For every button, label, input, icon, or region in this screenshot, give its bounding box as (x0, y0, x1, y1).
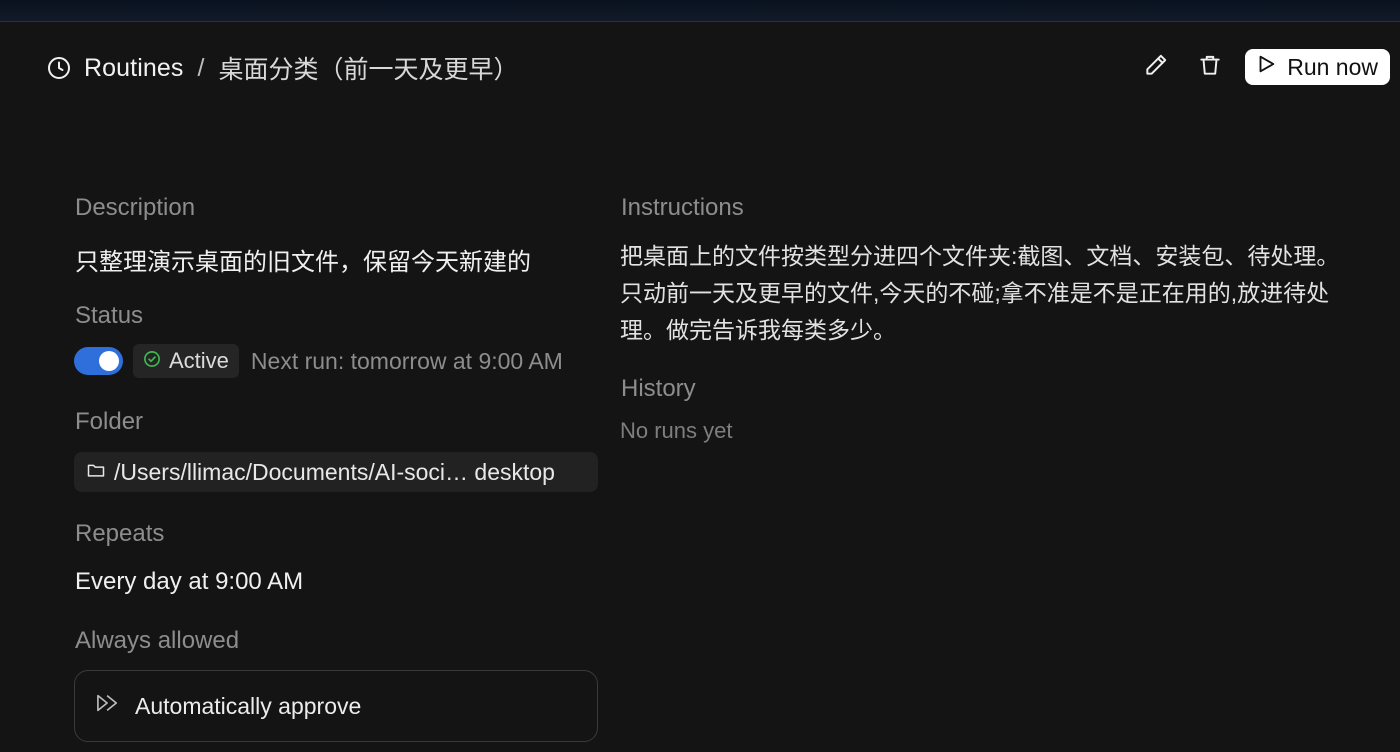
play-icon (1255, 53, 1277, 81)
breadcrumb-routines-link[interactable]: Routines (84, 54, 183, 83)
folder-icon (86, 459, 106, 486)
check-circle-icon (143, 348, 161, 374)
breadcrumb-separator: / (197, 53, 205, 82)
history-label: History (621, 375, 696, 402)
fast-forward-icon (95, 692, 121, 720)
folder-path-pill[interactable]: /Users/llimac/Documents/AI-soci… desktop (74, 452, 598, 492)
edit-button[interactable] (1137, 49, 1175, 85)
instructions-text: 把桌面上的文件按类型分进四个文件夹:截图、文档、安装包、待处理。只动前一天及更早… (620, 243, 1340, 343)
description-value: 只整理演示桌面的旧文件，保留今天新建的 (75, 249, 531, 276)
automatically-approve-label: Automatically approve (135, 692, 362, 719)
history-empty-text: No runs yet (620, 418, 733, 443)
status-value: Active (169, 348, 229, 373)
delete-button[interactable] (1191, 49, 1229, 85)
run-now-button[interactable]: Run now (1245, 49, 1390, 85)
next-run-text: Next run: tomorrow at 9:00 AM (250, 347, 563, 374)
breadcrumb: Routines / 桌面分类（前一天及更早） (46, 52, 518, 84)
always-allowed-label: Always allowed (75, 627, 240, 654)
active-toggle[interactable] (74, 347, 123, 375)
toggle-knob (99, 351, 119, 371)
description-label: Description (75, 194, 196, 221)
trash-icon (1197, 52, 1223, 83)
repeats-label: Repeats (75, 520, 165, 547)
clock-icon (46, 55, 72, 81)
header-actions: Run now (1137, 49, 1390, 85)
status-label: Status (75, 302, 144, 329)
run-now-label: Run now (1287, 53, 1378, 80)
automatically-approve-item[interactable]: Automatically approve (74, 670, 598, 742)
folder-path-text: /Users/llimac/Documents/AI-soci… desktop (114, 458, 555, 485)
page-title: 桌面分类（前一天及更早） (218, 56, 519, 84)
routine-detail-panel: Routines / 桌面分类（前一天及更早） Run now Descript… (0, 22, 1400, 752)
status-row: Active Next run: tomorrow at 9:00 AM (74, 344, 563, 378)
folder-label: Folder (75, 408, 144, 435)
pencil-icon (1143, 52, 1169, 83)
instructions-label: Instructions (621, 194, 744, 221)
repeats-value: Every day at 9:00 AM (75, 568, 304, 595)
status-badge: Active (133, 344, 239, 378)
window-top-strip (0, 0, 1400, 22)
